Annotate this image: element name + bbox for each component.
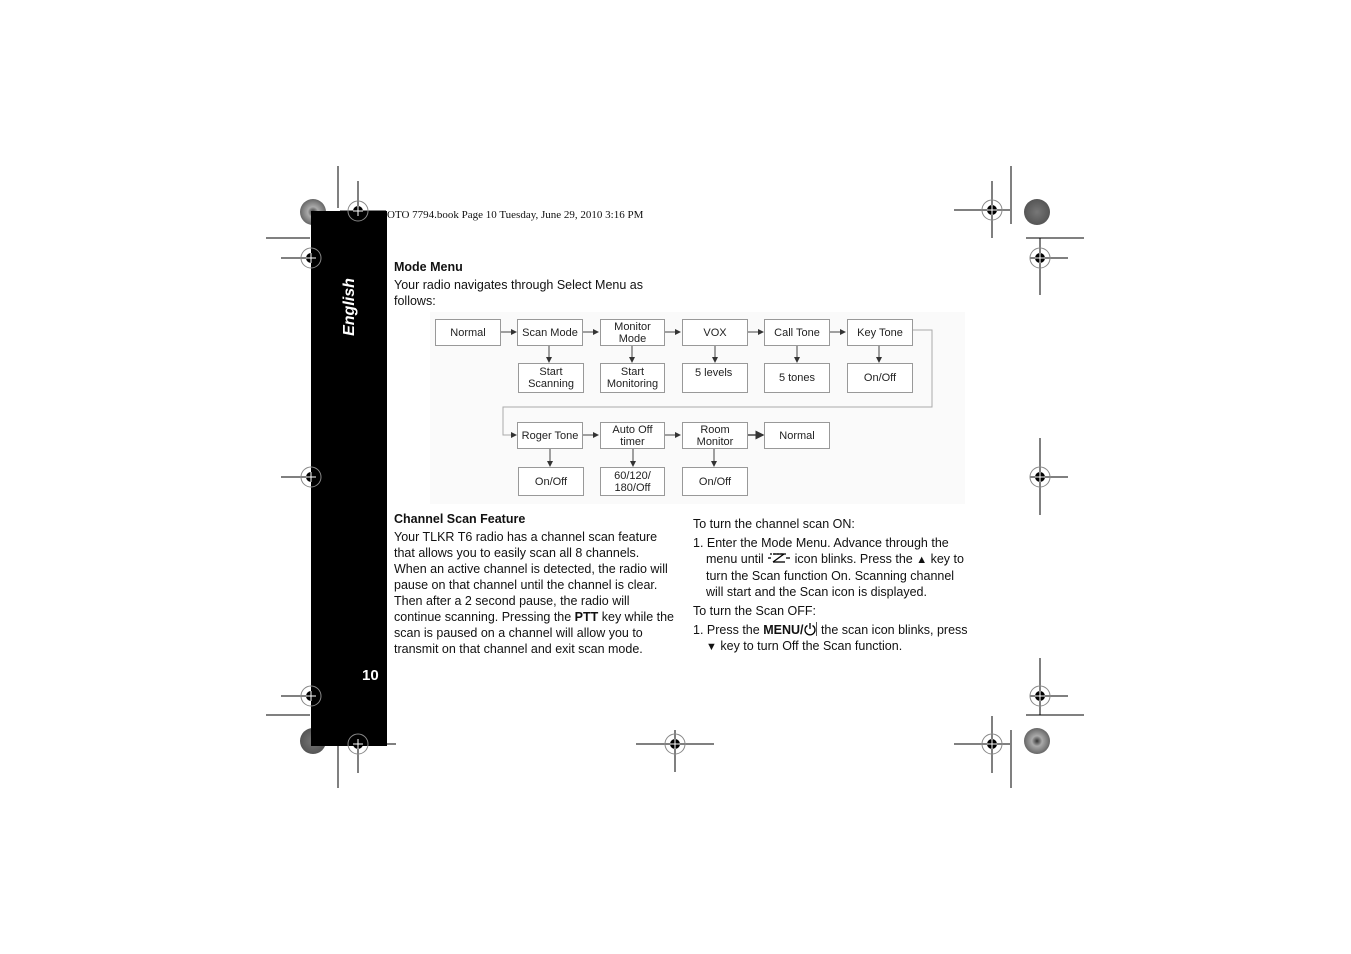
menu-option-start-scanning: Start Scanning xyxy=(518,363,584,393)
menu-option-key-tone-on-off: On/Off xyxy=(847,363,913,393)
menu-node-scan-mode: Scan Mode xyxy=(517,319,583,346)
menu-node-call-tone: Call Tone xyxy=(764,319,830,346)
mode-menu-title: Mode Menu xyxy=(394,260,463,274)
step-text: key to turn Off the Scan function. xyxy=(716,639,903,653)
menu-option-auto-off-values: 60/120/ 180/Off xyxy=(600,467,665,496)
menu-node-auto-off-timer: Auto Off timer xyxy=(600,422,665,449)
menu-node-room-monitor: Room Monitor xyxy=(682,422,748,449)
menu-option-roger-tone-on-off: On/Off xyxy=(518,467,584,496)
step-text: 1. Press the xyxy=(693,623,764,637)
channel-scan-section: Channel Scan Feature Your TLKR T6 radio … xyxy=(394,511,674,657)
ptt-key-label: PTT xyxy=(574,610,599,624)
step-text: the scan icon blinks, press xyxy=(817,623,968,637)
channel-scan-body: Your TLKR T6 radio has a channel scan fe… xyxy=(394,529,674,657)
scan-instructions: To turn the channel scan ON: 1. Enter th… xyxy=(693,516,968,655)
menu-option-5-tones: 5 tones xyxy=(764,363,830,393)
scan-on-heading: To turn the channel scan ON: xyxy=(693,517,855,531)
mode-menu-diagram: Normal Scan Mode Monitor Mode VOX Call T… xyxy=(430,312,965,504)
menu-node-monitor-mode: Monitor Mode xyxy=(600,319,665,346)
menu-option-5-levels: 5 levels xyxy=(682,363,748,393)
mode-menu-intro: Your radio navigates through Select Menu… xyxy=(394,278,644,308)
menu-option-start-monitoring: Start Monitoring xyxy=(600,363,665,393)
menu-node-key-tone: Key Tone xyxy=(847,319,913,346)
menu-node-normal-end: Normal xyxy=(764,422,830,449)
power-icon xyxy=(804,622,818,636)
down-arrow-icon: ▼ xyxy=(706,641,717,653)
up-arrow-icon: ▲ xyxy=(916,554,928,566)
scan-off-step: 1. Press the MENU/ the scan icon blinks,… xyxy=(693,622,968,655)
channel-scan-title: Channel Scan Feature xyxy=(394,512,526,526)
menu-option-room-monitor-on-off: On/Off xyxy=(682,467,748,496)
menu-node-roger-tone: Roger Tone xyxy=(517,422,583,449)
print-header: OTO 7794.book Page 10 Tuesday, June 29, … xyxy=(387,209,644,221)
menu-node-vox: VOX xyxy=(682,319,748,346)
step-text: icon blinks. Press the xyxy=(791,552,917,566)
scan-on-step: 1. Enter the Mode Menu. Advance through … xyxy=(693,535,968,600)
scan-icon xyxy=(768,553,791,563)
menu-node-normal: Normal xyxy=(435,319,501,346)
menu-key-label: MENU/ xyxy=(763,623,804,637)
scan-off-heading: To turn the Scan OFF: xyxy=(693,604,816,618)
